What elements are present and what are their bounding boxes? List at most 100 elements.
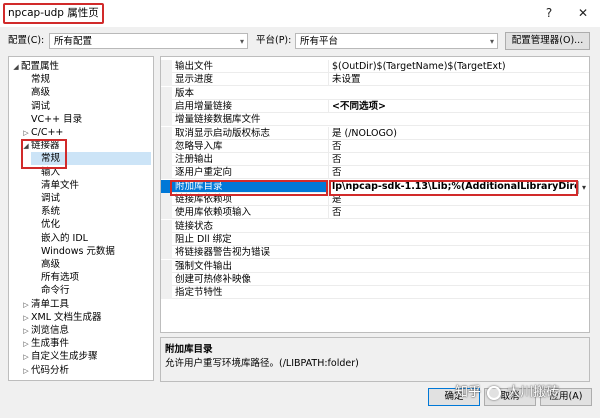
property-row[interactable]: 启用增量链接 <不同选项> [161,99,589,113]
property-row[interactable]: 附加库目录 lp\npcap-sdk-1.13\Lib;%(AdditionalL… [161,179,589,193]
tree-item[interactable]: ▷ 代码分析 [21,364,151,377]
tree-item-label: 常规 [41,153,61,165]
property-value[interactable]: 否 [328,206,589,220]
platform-dropdown[interactable]: 所有平台 ▾ [295,33,498,49]
tree-item-label: 优化 [41,219,61,231]
expand-icon[interactable]: ▷ [21,351,31,364]
property-row[interactable]: 链接状态 [161,219,589,233]
chevron-down-icon[interactable]: ▾ [578,181,589,194]
tree-item[interactable]: 系统 [31,205,151,218]
property-value[interactable]: 是 [328,193,589,206]
property-value[interactable]: 是 (/NOLOGO) [328,126,589,140]
tree-item[interactable]: 命令行 [31,284,151,297]
property-row[interactable]: 取消显示启动版权标志 是 (/NOLOGO) [161,126,589,140]
property-row[interactable]: 显示进度 未设置 [161,73,589,87]
property-value[interactable]: lp\npcap-sdk-1.13\Lib;%(AdditionalLibrar… [328,179,589,193]
tree-item[interactable]: ▷ 浏览信息 [21,324,151,337]
property-row[interactable]: 忽略导入库 否 [161,139,589,153]
tree-item-label: Windows 元数据 [41,245,115,257]
property-tree[interactable]: ◢ 配置属性 常规 高级 调试 VC++ 目录 ▷ C/C++ ◢ 链接器 常规 输入 清单文件 调试 系统… [8,56,154,381]
title-bar: npcap-udp 属性页 ? ✕ [0,0,600,27]
property-row[interactable]: 增量链接数据库文件 [161,113,589,127]
expand-icon[interactable]: ▷ [21,299,31,312]
tree-item-label: C/C++ [31,127,64,138]
tree-item[interactable]: ▷ 生成事件 [21,337,151,350]
description-pane: 附加库目录 允许用户重写环境库路径。(/LIBPATH:folder) [160,337,590,382]
tree-item[interactable]: ◢ 链接器 [21,139,151,152]
row-gutter [161,286,172,300]
expand-icon[interactable]: ▷ [21,338,31,351]
property-value[interactable]: <不同选项> [328,99,589,113]
expand-icon[interactable]: ▷ [21,127,31,140]
row-gutter [161,60,172,73]
tree-item-label: 嵌入的 IDL [41,232,88,244]
property-name: 逐用户重定向 [175,167,233,179]
property-name: 链接库依赖项 [175,194,233,205]
property-row[interactable]: 输出文件 $(OutDir)$(TargetName)$(TargetExt) [161,60,589,73]
description-title: 附加库目录 [165,344,213,355]
property-value[interactable]: 否 [328,166,589,180]
property-value[interactable]: 否 [328,153,589,167]
help-button[interactable]: ? [540,4,558,22]
property-value[interactable]: $(OutDir)$(TargetName)$(TargetExt) [328,60,589,73]
platform-dropdown-value: 所有平台 [300,36,339,47]
platform-label: 平台(P): [256,35,292,46]
tree-item[interactable]: VC++ 目录 [21,113,151,126]
property-name: 版本 [175,87,195,99]
property-row[interactable]: 链接库依赖项 是 [161,193,589,206]
config-manager-button[interactable]: 配置管理器(O)... [505,32,590,50]
property-name: 忽略导入库 [175,140,223,152]
chevron-down-icon: ▾ [489,37,494,46]
tree-item[interactable]: 常规 [31,152,151,166]
expand-icon[interactable]: ▷ [21,365,31,378]
tree-item[interactable]: 清单文件 [31,179,151,192]
tree-item[interactable]: 高级 [21,86,151,99]
expand-icon[interactable]: ▷ [21,325,31,338]
property-row[interactable]: 指定节特性 [161,286,589,300]
collapse-icon[interactable]: ◢ [21,140,31,153]
property-row[interactable]: 逐用户重定向 否 [161,166,589,180]
tree-item-label: 所有选项 [41,272,80,284]
property-row[interactable]: 版本 [161,86,589,100]
property-row[interactable]: 将链接器警告视为错误 [161,246,589,260]
tree-item[interactable]: ▷ 清单工具 [21,298,151,311]
tree-item[interactable]: ◢ 配置属性 [11,60,151,73]
config-dropdown[interactable]: 所有配置 ▾ [49,33,248,49]
tree-item-label: 高级 [41,259,61,270]
close-button[interactable]: ✕ [574,4,592,22]
row-gutter [161,99,172,113]
property-row[interactable]: 阻止 Dll 绑定 [161,232,589,246]
property-row[interactable]: 创建可热修补映像 [161,272,589,286]
property-row[interactable]: 强制文件输出 [161,259,589,273]
property-name: 创建可热修补映像 [175,273,252,285]
tree-item-label: 调试 [41,193,61,204]
tree-item[interactable]: 高级 [31,258,151,271]
property-name: 链接状态 [175,220,214,232]
tree-item-label: 常规 [31,74,51,86]
tree-item[interactable]: 所有选项 [31,271,151,284]
property-value[interactable]: 未设置 [328,73,589,87]
tree-item[interactable]: 优化 [31,218,151,231]
tree-item[interactable]: 常规 [21,73,151,86]
property-grid[interactable]: 输出文件 $(OutDir)$(TargetName)$(TargetExt) 显示… [160,56,590,333]
tree-item[interactable]: ▷ C/C++ [21,126,151,139]
row-gutter [161,193,172,206]
tree-item[interactable]: 输入 [31,166,151,179]
property-value[interactable]: 否 [328,139,589,153]
tree-item[interactable]: 嵌入的 IDL [31,232,151,245]
row-gutter [161,86,172,100]
property-row[interactable]: 注册输出 否 [161,153,589,167]
row-gutter [161,219,172,233]
expand-icon[interactable]: ▷ [21,312,31,325]
tree-item[interactable]: ▷ 自定义生成步骤 [21,350,151,363]
tree-item[interactable]: 调试 [21,100,151,113]
property-name: 显示进度 [175,74,214,86]
tree-item-label: 高级 [31,87,51,99]
tree-item-label: 生成事件 [31,338,70,350]
collapse-icon[interactable]: ◢ [11,61,21,74]
tree-item[interactable]: ▷ XML 文档生成器 [21,311,151,324]
tree-item[interactable]: 调试 [31,192,151,205]
tree-item[interactable]: Windows 元数据 [31,245,151,258]
property-name: 附加库目录 [175,180,223,192]
property-row[interactable]: 使用库依赖项输入 否 [161,206,589,220]
